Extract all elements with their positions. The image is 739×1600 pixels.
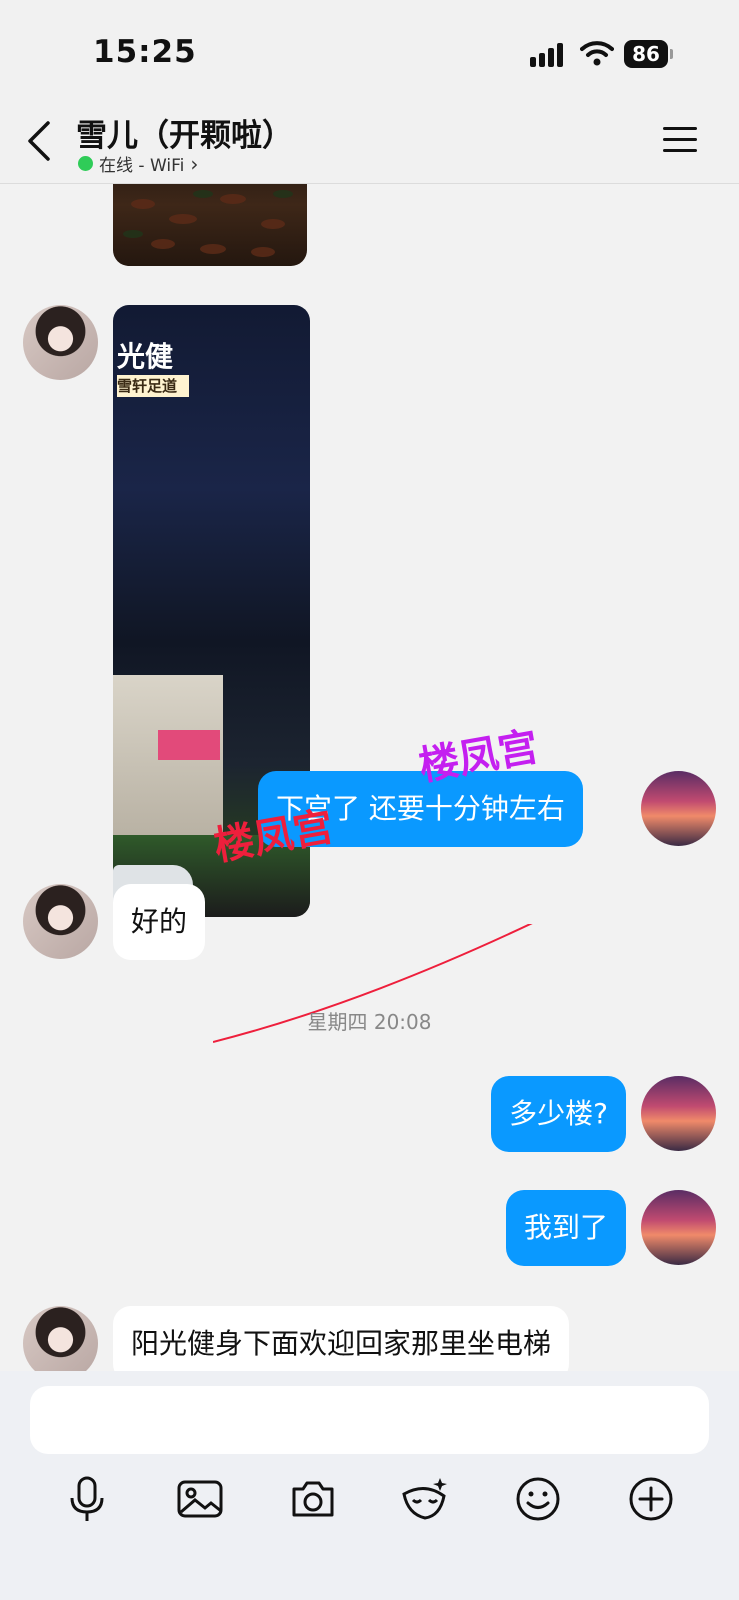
photo-neon-sign: [158, 730, 220, 760]
photo-sign-main: 光健: [117, 340, 174, 373]
status-bar: 15:25 86: [0, 0, 739, 100]
battery-level: 86: [624, 40, 668, 68]
message-bubble-incoming[interactable]: 好的: [113, 884, 206, 960]
sticker-icon[interactable]: [400, 1474, 450, 1524]
microphone-icon[interactable]: [62, 1474, 112, 1524]
emoji-icon[interactable]: [513, 1474, 563, 1524]
message-timestamp: 星期四 20:08: [307, 1010, 432, 1034]
my-avatar[interactable]: [641, 771, 716, 846]
battery-indicator: 86: [624, 40, 673, 68]
message-bubble-outgoing[interactable]: 多少楼?: [491, 1076, 626, 1152]
my-avatar[interactable]: [641, 1190, 716, 1265]
contact-name[interactable]: 雪儿（开颗啦）: [76, 110, 293, 155]
message-input[interactable]: [30, 1386, 709, 1454]
online-status-text: 在线 - WiFi: [99, 156, 185, 176]
chevron-left-icon[interactable]: [24, 119, 54, 163]
online-status[interactable]: 在线 - WiFi ›: [78, 151, 198, 176]
image-foliage: [123, 190, 293, 257]
message-composer: [0, 1371, 739, 1600]
cellular-signal-icon: [530, 43, 563, 67]
contact-avatar[interactable]: [23, 884, 98, 959]
chat-message-list[interactable]: 光健 雪轩足道 下宫了 还要十分钟左右 楼凤宫 楼凤宫 好的 星期四 20:08…: [0, 184, 739, 1371]
image-icon[interactable]: [175, 1474, 225, 1524]
my-avatar[interactable]: [641, 1076, 716, 1151]
camera-icon[interactable]: [288, 1474, 338, 1524]
contact-avatar[interactable]: [23, 305, 98, 380]
message-image[interactable]: [113, 184, 307, 266]
battery-tip: [670, 49, 673, 59]
plus-icon[interactable]: [626, 1474, 676, 1524]
message-bubble-incoming[interactable]: 阳光健身下面欢迎回家那里坐电梯: [113, 1306, 570, 1371]
wifi-icon: [580, 41, 614, 66]
message-bubble-outgoing[interactable]: 我到了: [505, 1190, 626, 1266]
photo-sign-sub: 雪轩足道: [117, 375, 189, 397]
online-dot-icon: [78, 156, 93, 171]
chevron-right-icon: ›: [190, 151, 199, 176]
contact-avatar[interactable]: [23, 1306, 98, 1371]
hamburger-menu-icon[interactable]: [663, 126, 699, 154]
status-time: 15:25: [93, 34, 197, 70]
chat-header: 雪儿（开颗啦） 在线 - WiFi ›: [0, 100, 739, 184]
